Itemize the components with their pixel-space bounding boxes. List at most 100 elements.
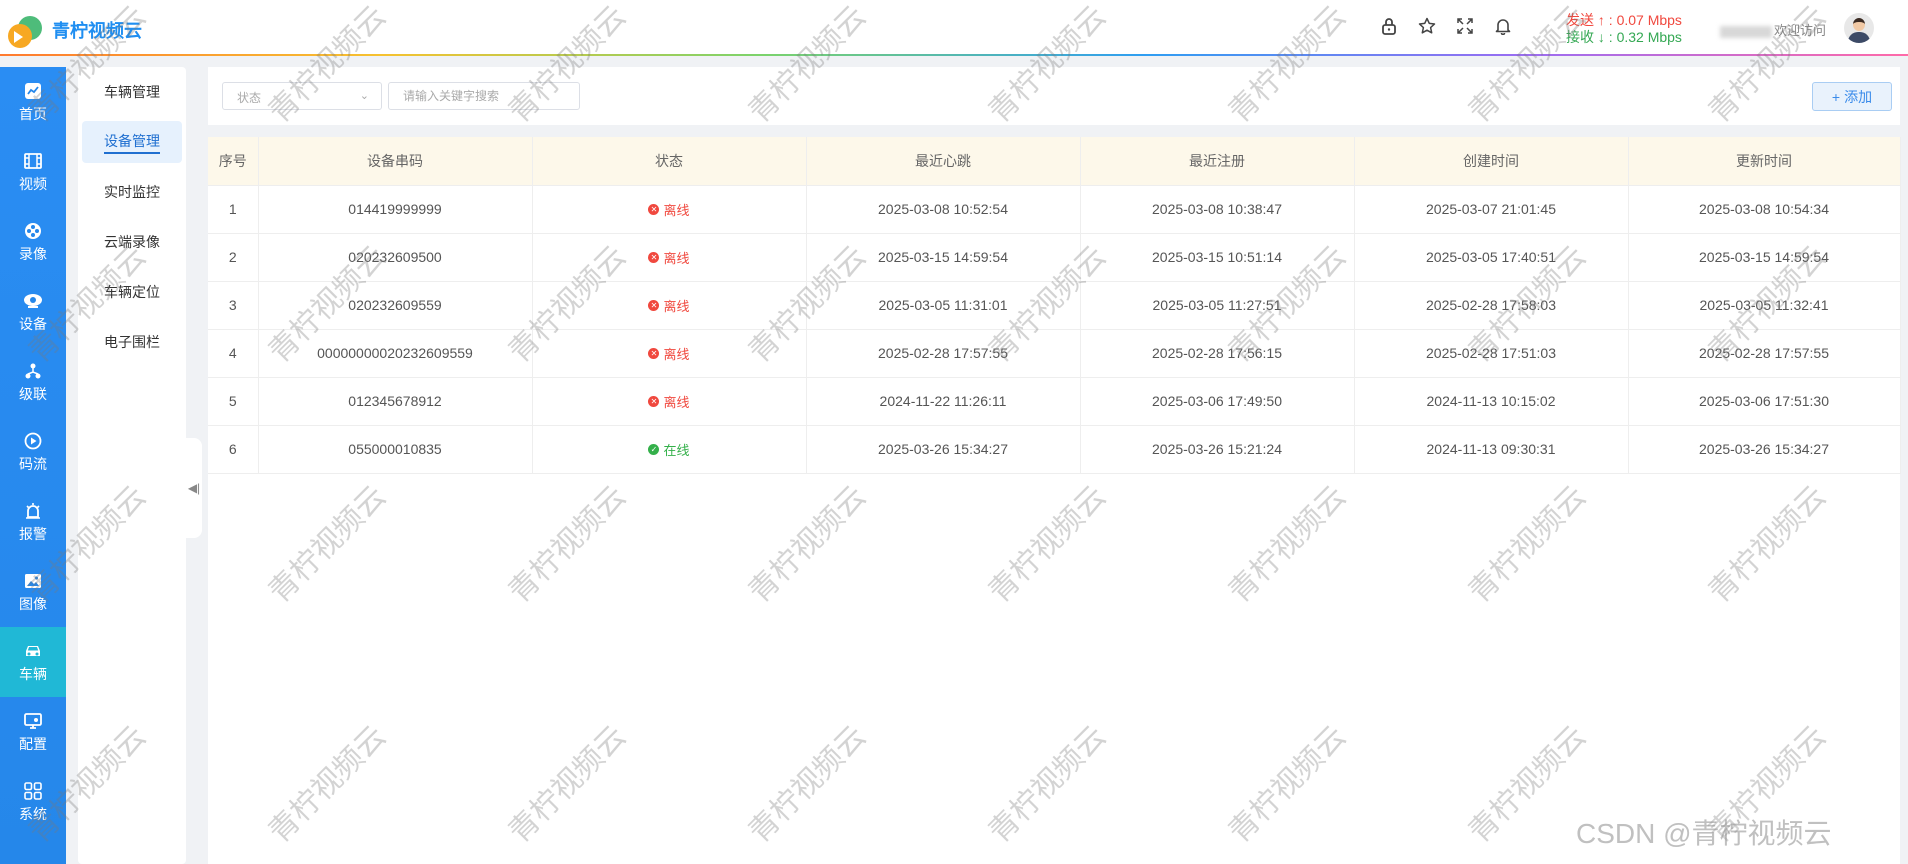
cell-status: ✕ 离线 <box>532 185 807 234</box>
subnav-item-live-monitor[interactable]: 实时监控 <box>82 171 182 213</box>
column-header[interactable]: 设备串码 <box>258 137 533 186</box>
column-header[interactable]: 最近注册 <box>1080 137 1355 186</box>
collapse-sidebar-button[interactable]: ◀| <box>186 438 202 538</box>
cell-index: 5 <box>208 377 259 426</box>
chevron-down-icon: ⌄ <box>359 90 369 102</box>
column-header[interactable]: 序号 <box>208 137 259 186</box>
reel-icon <box>23 221 43 241</box>
recv-label: 接收 ↓ : <box>1566 29 1613 45</box>
star-icon[interactable] <box>1418 16 1436 36</box>
column-header[interactable]: 状态 <box>532 137 807 186</box>
status-text: 离线 <box>663 251 690 267</box>
nav-label-cascade: 级联 <box>19 385 47 402</box>
add-button[interactable]: + 添加 <box>1812 82 1892 111</box>
nav-item-cascade[interactable]: 级联 <box>0 347 66 417</box>
cell-created: 2025-02-28 17:58:03 <box>1354 281 1629 330</box>
column-header[interactable]: 创建时间 <box>1354 137 1629 186</box>
table-row[interactable]: 6 055000010835 ✓ 在线 2025-03-26 15:34:27 2… <box>208 425 1901 474</box>
cell-updated: 2025-03-15 14:59:54 <box>1628 233 1901 282</box>
table-row[interactable]: 5 012345678912 ✕ 离线 2024-11-22 11:26:11 2… <box>208 377 1901 426</box>
subnav-label: 设备管理 <box>104 131 160 154</box>
offline-icon: ✕ <box>648 348 660 360</box>
bell-icon[interactable] <box>1494 16 1512 36</box>
subnav-label: 电子围栏 <box>104 334 160 350</box>
nav-item-alarm[interactable]: 报警 <box>0 487 66 557</box>
offline-icon: ✕ <box>648 396 660 408</box>
table-row[interactable]: 1 014419999999 ✕ 离线 2025-03-08 10:52:54 2… <box>208 185 1901 234</box>
cell-register: 2025-03-06 17:49:50 <box>1080 377 1355 426</box>
subnav-item-vehicle-location[interactable]: 车辆定位 <box>82 271 182 313</box>
nav-label-system: 系统 <box>19 805 47 822</box>
cell-heartbeat: 2024-11-22 11:26:11 <box>806 377 1081 426</box>
cell-index: 3 <box>208 281 259 330</box>
cell-created: 2025-02-28 17:51:03 <box>1354 329 1629 378</box>
nav-item-home[interactable]: 首页 <box>0 67 66 137</box>
avatar[interactable] <box>1844 13 1874 43</box>
status-badge: ✕ 离线 <box>648 248 690 267</box>
table-row[interactable]: 3 020232609559 ✕ 离线 2025-03-05 11:31:01 2… <box>208 281 1901 330</box>
cell-heartbeat: 2025-03-15 14:59:54 <box>806 233 1081 282</box>
table-row[interactable]: 2 020232609500 ✕ 离线 2025-03-15 14:59:54 2… <box>208 233 1901 282</box>
subnav-item-geofence[interactable]: 电子围栏 <box>82 321 182 363</box>
app-logo[interactable]: 青柠视频云 <box>4 10 142 50</box>
cell-heartbeat: 2025-03-05 11:31:01 <box>806 281 1081 330</box>
column-header[interactable]: 更新时间 <box>1628 137 1901 186</box>
status-select[interactable]: 状态 ⌄ <box>222 82 382 110</box>
nav-item-vehicle[interactable]: 车辆 <box>0 627 66 697</box>
cell-register: 2025-02-28 17:56:15 <box>1080 329 1355 378</box>
welcome-label: 欢迎访问 <box>1774 23 1827 38</box>
send-label: 发送 ↑ : <box>1566 12 1613 28</box>
cell-status: ✕ 离线 <box>532 233 807 282</box>
nav-item-config[interactable]: 配置 <box>0 697 66 767</box>
nav-item-recording[interactable]: 录像 <box>0 207 66 277</box>
subnav-item-device-management[interactable]: 设备管理 <box>82 121 182 163</box>
nav-label-vehicle: 车辆 <box>19 665 47 682</box>
status-badge: ✕ 离线 <box>648 200 690 219</box>
offline-icon: ✕ <box>648 300 660 312</box>
cell-status: ✕ 离线 <box>532 281 807 330</box>
subnav-label: 车辆管理 <box>104 84 160 100</box>
cell-index: 2 <box>208 233 259 282</box>
config-icon <box>23 711 43 731</box>
nav-label-recording: 录像 <box>19 245 47 262</box>
nav-label-stream: 码流 <box>19 455 47 472</box>
recv-value: 0.32 Mbps <box>1616 29 1682 45</box>
sub-sidebar: 车辆管理 设备管理 实时监控 云端录像 车辆定位 电子围栏 <box>78 67 186 864</box>
cell-updated: 2025-03-05 11:32:41 <box>1628 281 1901 330</box>
top-header: 青柠视频云 发送 ↑ : 0.07 Mbps 接收 ↓ : 0.32 Mbps … <box>0 0 1908 56</box>
cell-created: 2024-11-13 10:15:02 <box>1354 377 1629 426</box>
cell-created: 2025-03-05 17:40:51 <box>1354 233 1629 282</box>
cell-register: 2025-03-15 10:51:14 <box>1080 233 1355 282</box>
csdn-watermark: CSDN @青柠视频云 <box>1576 818 1832 849</box>
status-badge: ✕ 离线 <box>648 344 690 363</box>
table-row[interactable]: 4 00000000020232609559 ✕ 离线 2025-02-28 17… <box>208 329 1901 378</box>
search-input[interactable] <box>388 82 580 110</box>
logo-icon <box>4 10 46 50</box>
main-sidebar: 首页 视频 录像 设备 级联 码流 报警 图像 车辆 配置 系统 <box>0 67 66 864</box>
table-header-row: 序号 设备串码 状态 最近心跳 最近注册 创建时间 更新时间 <box>208 137 1901 186</box>
fullscreen-icon[interactable] <box>1456 16 1474 36</box>
cell-updated: 2025-03-06 17:51:30 <box>1628 377 1901 426</box>
subnav-item-cloud-recording[interactable]: 云端录像 <box>82 221 182 263</box>
status-badge: ✓ 在线 <box>648 440 690 459</box>
nav-item-system[interactable]: 系统 <box>0 767 66 837</box>
online-check-icon: ✓ <box>648 444 660 456</box>
cell-index: 6 <box>208 425 259 474</box>
nav-item-image[interactable]: 图像 <box>0 557 66 627</box>
nav-item-video[interactable]: 视频 <box>0 137 66 207</box>
plus-icon: + <box>1831 88 1841 105</box>
cell-serial: 020232609559 <box>258 281 533 330</box>
nav-item-stream[interactable]: 码流 <box>0 417 66 487</box>
lock-icon[interactable] <box>1380 16 1398 36</box>
status-text: 离线 <box>663 347 690 363</box>
subnav-label: 云端录像 <box>104 234 160 250</box>
grid-icon <box>23 781 43 801</box>
cell-serial: 012345678912 <box>258 377 533 426</box>
cell-serial: 014419999999 <box>258 185 533 234</box>
blurred-username <box>1720 25 1772 38</box>
nav-item-device[interactable]: 设备 <box>0 277 66 347</box>
alarm-icon <box>23 501 43 521</box>
status-text: 离线 <box>663 299 690 315</box>
column-header[interactable]: 最近心跳 <box>806 137 1081 186</box>
subnav-item-vehicle-management[interactable]: 车辆管理 <box>82 71 182 113</box>
